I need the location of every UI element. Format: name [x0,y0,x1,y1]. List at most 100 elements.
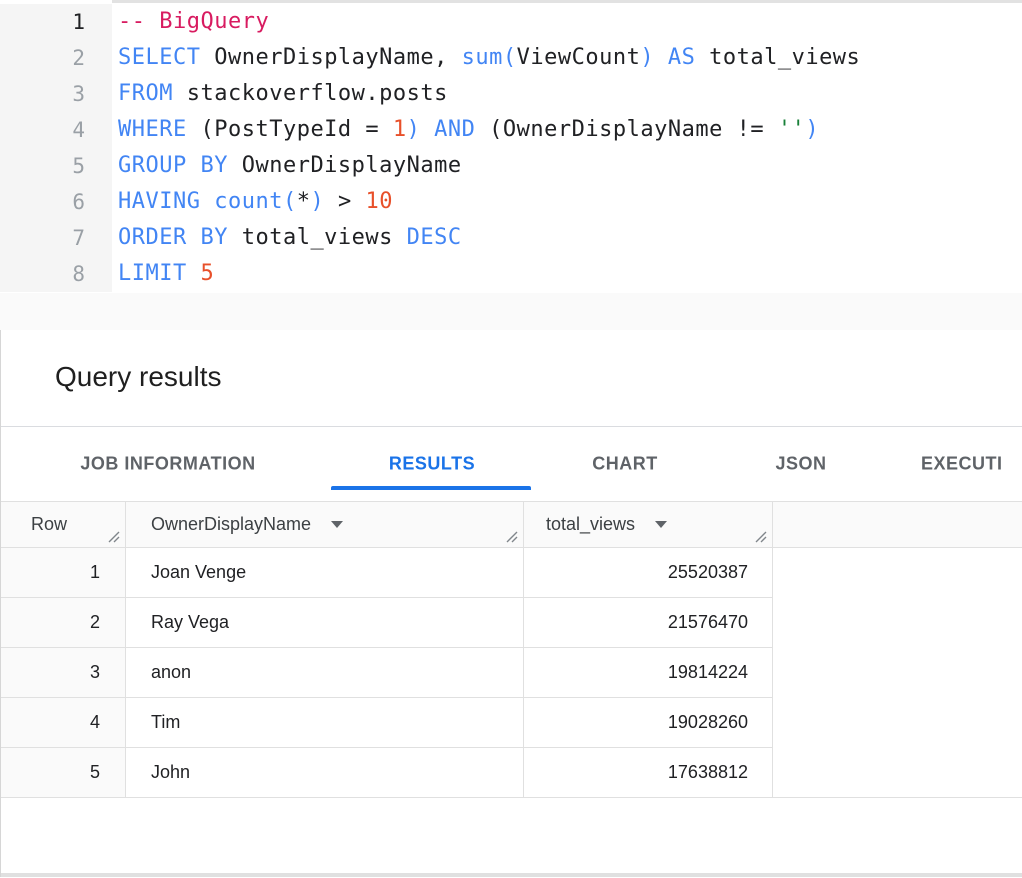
code-token-kw: WHERE [118,117,187,142]
code-line[interactable]: 2SELECT OwnerDisplayName, sum(ViewCount)… [0,40,1022,76]
table-row: 3anon19814224 [1,648,1022,698]
cell-empty [773,748,1022,798]
code-token-kw: AS [668,45,696,70]
cell-owner-display-name: Ray Vega [126,598,524,648]
bottom-divider [1,873,1022,877]
code-token-pl: (PostTypeId = [187,117,393,142]
code-token-num: 1 [393,117,407,142]
query-results-title: Query results [1,330,1022,393]
code-token-kw: ) [805,117,819,142]
code-line[interactable]: 1-- BigQuery [0,4,1022,40]
code-text: ORDER BY total_views DESC [112,220,462,256]
code-text: -- BigQuery [112,4,269,40]
column-resize-handle[interactable] [106,529,122,545]
code-token-kw: HAVING [118,189,200,214]
cell-empty [773,598,1022,648]
table-row: 2Ray Vega21576470 [1,598,1022,648]
column-header-label: total_views [546,514,635,535]
code-text: SELECT OwnerDisplayName, sum(ViewCount) … [112,40,860,76]
code-text: HAVING count(*) > 10 [112,184,393,220]
cell-owner-display-name: John [126,748,524,798]
code-token-pl: (OwnerDisplayName != [475,117,777,142]
code-token-num: 5 [200,261,214,286]
sql-editor[interactable]: 1-- BigQuery2SELECT OwnerDisplayName, su… [0,0,1022,330]
sort-dropdown-icon[interactable] [331,521,343,528]
column-resize-handle[interactable] [753,529,769,545]
code-line[interactable]: 4WHERE (PostTypeId = 1) AND (OwnerDispla… [0,112,1022,148]
code-text: WHERE (PostTypeId = 1) AND (OwnerDisplay… [112,112,819,148]
code-token-pl: total_views [695,45,860,70]
active-tab-indicator [331,486,531,490]
cell-owner-display-name: Joan Venge [126,548,524,598]
code-token-kw: sum( [462,45,517,70]
cell-row-number: 5 [1,748,126,798]
column-header-OwnerDisplayName[interactable]: OwnerDisplayName [126,502,524,547]
sort-dropdown-icon[interactable] [655,521,667,528]
cell-total-views: 17638812 [524,748,773,798]
cell-empty [773,648,1022,698]
column-header-Row[interactable]: Row [1,502,126,547]
cell-empty [773,548,1022,598]
code-token-pl [654,45,668,70]
code-token-kw: ) [640,45,654,70]
code-line[interactable]: 5GROUP BY OwnerDisplayName [0,148,1022,184]
line-number: 3 [0,76,112,112]
code-token-kw: SELECT [118,45,200,70]
code-text: GROUP BY OwnerDisplayName [112,148,462,184]
code-token-kw: AND [434,117,475,142]
tab-json[interactable]: JSON [775,454,826,475]
code-line[interactable]: 8LIMIT 5 [0,256,1022,292]
line-number: 7 [0,220,112,256]
code-text: LIMIT 5 [112,256,214,292]
code-token-kw: ) [310,189,324,214]
tab-chart[interactable]: CHART [592,454,658,475]
code-line[interactable]: 3FROM stackoverflow.posts [0,76,1022,112]
query-results-header: Query results [1,330,1022,427]
table-row: 1Joan Venge25520387 [1,548,1022,598]
line-number: 4 [0,112,112,148]
results-table-header: Row OwnerDisplayName total_views [1,502,1022,548]
tab-results[interactable]: RESULTS [389,454,475,475]
line-number: 8 [0,256,112,292]
cell-empty [773,698,1022,748]
cell-owner-display-name: Tim [126,698,524,748]
code-token-pl: OwnerDisplayName, [200,45,461,70]
code-lines: 1-- BigQuery2SELECT OwnerDisplayName, su… [0,4,1022,292]
code-token-pl [187,261,201,286]
line-number: 5 [0,148,112,184]
code-token-kw: count( [214,189,296,214]
code-token-str: '' [778,117,806,142]
column-resize-handle[interactable] [504,529,520,545]
column-header-label: Row [31,514,67,535]
code-token-pl: OwnerDisplayName [228,153,462,178]
tab-execution-details[interactable]: EXECUTI [921,454,1003,475]
editor-horizontal-scrollbar[interactable] [0,293,1022,330]
code-token-pl: > [324,189,365,214]
results-table-body: 1Joan Venge255203872Ray Vega215764703ano… [1,548,1022,798]
editor-top-divider [112,0,1022,3]
tab-job-information[interactable]: JOB INFORMATION [80,454,255,475]
table-row: 5John17638812 [1,748,1022,798]
cell-total-views: 19028260 [524,698,773,748]
code-token-kw: ORDER BY [118,225,228,250]
code-token-kw: LIMIT [118,261,187,286]
line-number: 1 [0,4,112,40]
code-line[interactable]: 7ORDER BY total_views DESC [0,220,1022,256]
code-token-pl [420,117,434,142]
column-header-total_views[interactable]: total_views [524,502,773,547]
line-number: 6 [0,184,112,220]
column-header-empty[interactable] [773,502,1022,547]
results-table: Row OwnerDisplayName total_views 1Joan Ven… [1,502,1022,798]
code-token-pl: * [297,189,311,214]
code-line[interactable]: 6HAVING count(*) > 10 [0,184,1022,220]
line-number: 2 [0,40,112,76]
results-tabbar: JOB INFORMATION RESULTS CHART JSON EXECUTI [1,427,1022,502]
column-header-label: OwnerDisplayName [151,514,311,535]
code-token-cm: -- BigQuery [118,9,269,34]
cell-row-number: 3 [1,648,126,698]
cell-total-views: 21576470 [524,598,773,648]
code-token-pl [200,189,214,214]
table-row: 4Tim19028260 [1,698,1022,748]
cell-row-number: 1 [1,548,126,598]
code-token-kw: DESC [407,225,462,250]
